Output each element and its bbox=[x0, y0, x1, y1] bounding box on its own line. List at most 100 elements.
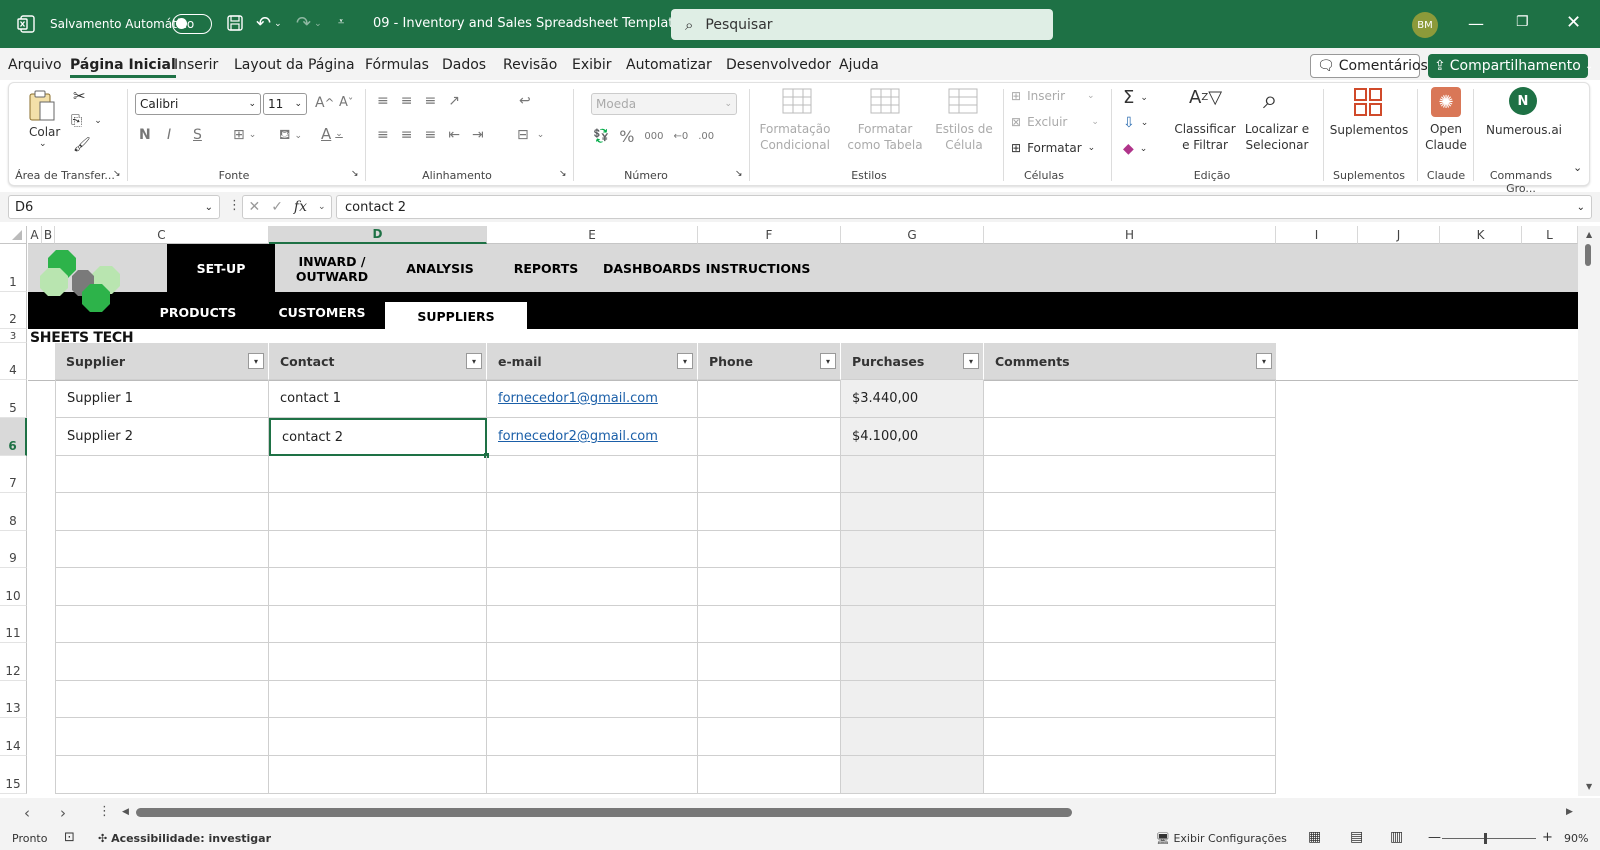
filter-dropdown-icon[interactable]: ▾ bbox=[248, 353, 264, 369]
addins-button[interactable]: Suplementos bbox=[1327, 123, 1411, 137]
insert-cells-button[interactable]: ⊞ Inserir ⌄ bbox=[1011, 89, 1095, 103]
insert-function-icon[interactable]: fx bbox=[294, 199, 307, 215]
row-header-9[interactable]: 9 bbox=[0, 531, 27, 568]
name-box[interactable]: D6 ⌄ bbox=[8, 195, 220, 219]
table-cell[interactable] bbox=[55, 756, 269, 794]
align-right-icon[interactable]: ≡ bbox=[424, 127, 436, 143]
redo-icon[interactable]: ↷ ⌄ bbox=[296, 13, 322, 34]
excel-logo-icon[interactable] bbox=[16, 14, 36, 34]
merge-center-icon[interactable]: ⊟ ⌄ bbox=[517, 127, 544, 143]
row-header-6[interactable]: 6 bbox=[0, 418, 27, 456]
table-cell[interactable] bbox=[698, 718, 841, 756]
table-cell[interactable] bbox=[269, 606, 487, 643]
vertical-scrollbar[interactable]: ▲ ▼ bbox=[1578, 226, 1600, 796]
col-header-d[interactable]: D bbox=[269, 226, 487, 244]
table-cell[interactable] bbox=[984, 606, 1276, 643]
table-cell[interactable] bbox=[487, 718, 698, 756]
col-header-i[interactable]: I bbox=[1276, 226, 1358, 244]
format-table-icon[interactable] bbox=[869, 87, 901, 115]
table-cell[interactable] bbox=[698, 681, 841, 718]
header-phone[interactable]: Phone ▾ bbox=[698, 343, 841, 380]
paste-button[interactable]: Colar bbox=[29, 125, 60, 139]
table-cell[interactable] bbox=[984, 418, 1276, 456]
row-header-14[interactable]: 14 bbox=[0, 718, 27, 756]
clipboard-launcher-icon[interactable]: ↘ bbox=[113, 169, 121, 179]
email-link[interactable]: fornecedor2@gmail.com bbox=[487, 418, 698, 456]
find-icon[interactable]: ⌕ bbox=[1263, 85, 1278, 116]
table-cell[interactable] bbox=[55, 643, 269, 681]
row-header-11[interactable]: 11 bbox=[0, 606, 27, 643]
filter-dropdown-icon[interactable]: ▾ bbox=[1256, 353, 1272, 369]
restore-icon[interactable]: ❐ bbox=[1516, 14, 1529, 30]
table-cell[interactable] bbox=[487, 568, 698, 606]
table-cell[interactable] bbox=[55, 493, 269, 531]
table-cell[interactable] bbox=[984, 531, 1276, 568]
table-cell[interactable] bbox=[487, 681, 698, 718]
col-header-b[interactable]: B bbox=[42, 226, 55, 244]
col-header-a[interactable]: A bbox=[28, 226, 42, 244]
copy-icon[interactable]: ⎘ ⌄ bbox=[71, 113, 102, 129]
nav-customers[interactable]: CUSTOMERS bbox=[272, 302, 372, 322]
grow-font-icon[interactable]: A ^ bbox=[315, 95, 334, 111]
confirm-entry-icon[interactable]: ✓ bbox=[271, 199, 283, 215]
table-cell[interactable] bbox=[269, 756, 487, 794]
table-cell[interactable] bbox=[55, 681, 269, 718]
number-format-select[interactable]: Moeda ⌄ bbox=[591, 93, 737, 115]
save-icon[interactable] bbox=[226, 14, 244, 32]
wrap-text-icon[interactable]: ↩ bbox=[519, 93, 531, 109]
table-cell[interactable] bbox=[55, 718, 269, 756]
delete-cells-button[interactable]: ⊠ Excluir ⌄ bbox=[1011, 115, 1099, 129]
search-box[interactable]: ⌕ Pesquisar bbox=[671, 9, 1053, 40]
macro-record-icon[interactable]: ⊡ bbox=[64, 830, 75, 845]
table-cell[interactable] bbox=[698, 568, 841, 606]
share-button[interactable]: ⇪ Compartilhamento ⌄ bbox=[1428, 54, 1593, 78]
clear-icon[interactable]: ◆ ⌄ bbox=[1123, 141, 1147, 157]
minimize-icon[interactable]: — bbox=[1468, 14, 1484, 33]
row-header-15[interactable]: 15 bbox=[0, 756, 27, 794]
table-cell[interactable] bbox=[841, 756, 984, 794]
col-header-h[interactable]: H bbox=[984, 226, 1276, 244]
zoom-slider[interactable] bbox=[1442, 838, 1536, 839]
table-cell[interactable] bbox=[55, 456, 269, 493]
fill-color-icon[interactable]: ⛾ ⌄ bbox=[279, 127, 302, 145]
font-size-select[interactable]: 11 ⌄ bbox=[263, 93, 307, 115]
filter-dropdown-icon[interactable]: ▾ bbox=[466, 353, 482, 369]
email-link[interactable]: fornecedor1@gmail.com bbox=[487, 380, 698, 418]
borders-icon[interactable]: ⊞ ⌄ bbox=[233, 127, 256, 143]
table-cell[interactable] bbox=[55, 606, 269, 643]
table-cell[interactable] bbox=[841, 606, 984, 643]
table-cell[interactable]: $4.100,00 bbox=[841, 418, 984, 456]
select-all-corner[interactable] bbox=[0, 226, 27, 244]
format-cells-button[interactable]: ⊞ Formatar ⌄ bbox=[1011, 141, 1095, 155]
display-settings-button[interactable]: 🖥 Exibir Configurações bbox=[1156, 832, 1287, 845]
accessibility-status[interactable]: ✣ Acessibilidade: investigar bbox=[98, 832, 271, 845]
increase-indent-icon[interactable]: ⇥ bbox=[472, 127, 484, 143]
table-cell[interactable] bbox=[269, 531, 487, 568]
table-cell[interactable] bbox=[698, 418, 841, 456]
nav-products[interactable]: PRODUCTS bbox=[148, 302, 248, 322]
nav-reports[interactable]: REPORTS bbox=[500, 258, 592, 278]
italic-button[interactable]: I bbox=[167, 127, 171, 143]
header-purchases[interactable]: Purchases ▾ bbox=[841, 343, 984, 380]
ribbon-expand-icon[interactable]: ⌄ bbox=[1573, 161, 1582, 174]
formula-input[interactable]: contact 2 ⌄ bbox=[336, 195, 1592, 219]
col-header-f[interactable]: F bbox=[698, 226, 841, 244]
table-cell[interactable] bbox=[984, 681, 1276, 718]
horizontal-align-icons[interactable]: ≡ ≡ ≡ ⇤ ⇥ bbox=[377, 127, 484, 143]
addins-icon[interactable] bbox=[1353, 87, 1383, 117]
orientation-icon[interactable]: ↗ bbox=[448, 93, 460, 109]
table-cell[interactable] bbox=[984, 718, 1276, 756]
table-cell[interactable] bbox=[487, 531, 698, 568]
nav-inward-outward[interactable]: INWARD / OUTWARD bbox=[279, 252, 385, 286]
menu-desenvolvedor[interactable]: Desenvolvedor bbox=[726, 57, 831, 73]
format-painter-icon[interactable]: 🖌 bbox=[73, 137, 91, 153]
table-cell[interactable] bbox=[55, 568, 269, 606]
row-header-13[interactable]: 13 bbox=[0, 681, 27, 718]
menu-layout[interactable]: Layout da Página bbox=[234, 57, 355, 73]
alignment-launcher-icon[interactable]: ↘ bbox=[559, 169, 567, 179]
filter-dropdown-icon[interactable]: ▾ bbox=[820, 353, 836, 369]
table-cell[interactable] bbox=[487, 643, 698, 681]
paste-icon[interactable] bbox=[27, 89, 57, 123]
row-header-1[interactable]: 1 bbox=[0, 244, 27, 292]
normal-view-icon[interactable]: ▦ bbox=[1308, 829, 1321, 845]
